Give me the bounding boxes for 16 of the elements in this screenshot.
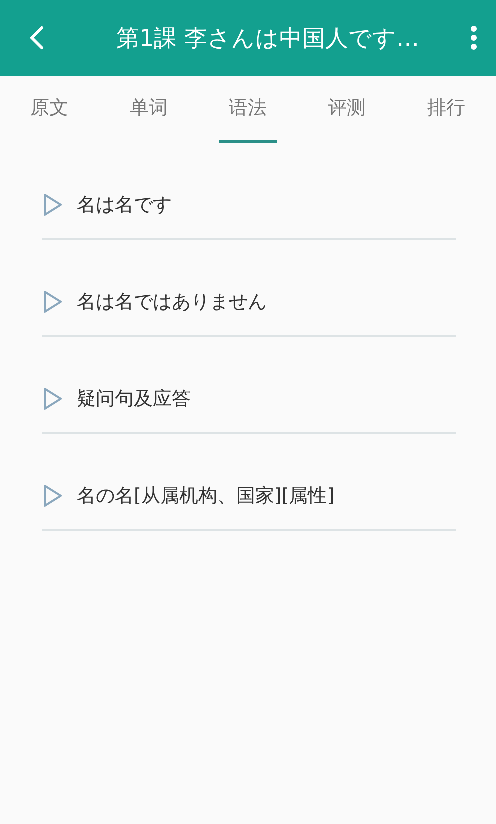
tab[interactable]: 评测	[318, 76, 376, 143]
play-icon[interactable]	[42, 484, 64, 508]
more-options-icon[interactable]	[470, 26, 478, 50]
back-icon[interactable]	[28, 25, 46, 51]
grammar-item[interactable]: 疑问句及应答	[77, 386, 191, 412]
tab[interactable]: 原文	[21, 76, 78, 143]
tab[interactable]: 语法	[219, 76, 277, 143]
lesson-title: 第1課 李さんは中国人です…	[116, 24, 420, 54]
grammar-item[interactable]: 名は名ではありません	[77, 288, 267, 314]
play-icon[interactable]	[42, 386, 64, 410]
tab[interactable]: 排行	[418, 76, 476, 143]
play-icon[interactable]	[42, 290, 64, 314]
play-icon[interactable]	[42, 192, 64, 216]
tab[interactable]: 单词	[120, 76, 178, 143]
grammar-item[interactable]: 名の名[从属机构、国家][属性]	[77, 482, 335, 508]
grammar-item[interactable]: 名は名です	[77, 192, 172, 218]
